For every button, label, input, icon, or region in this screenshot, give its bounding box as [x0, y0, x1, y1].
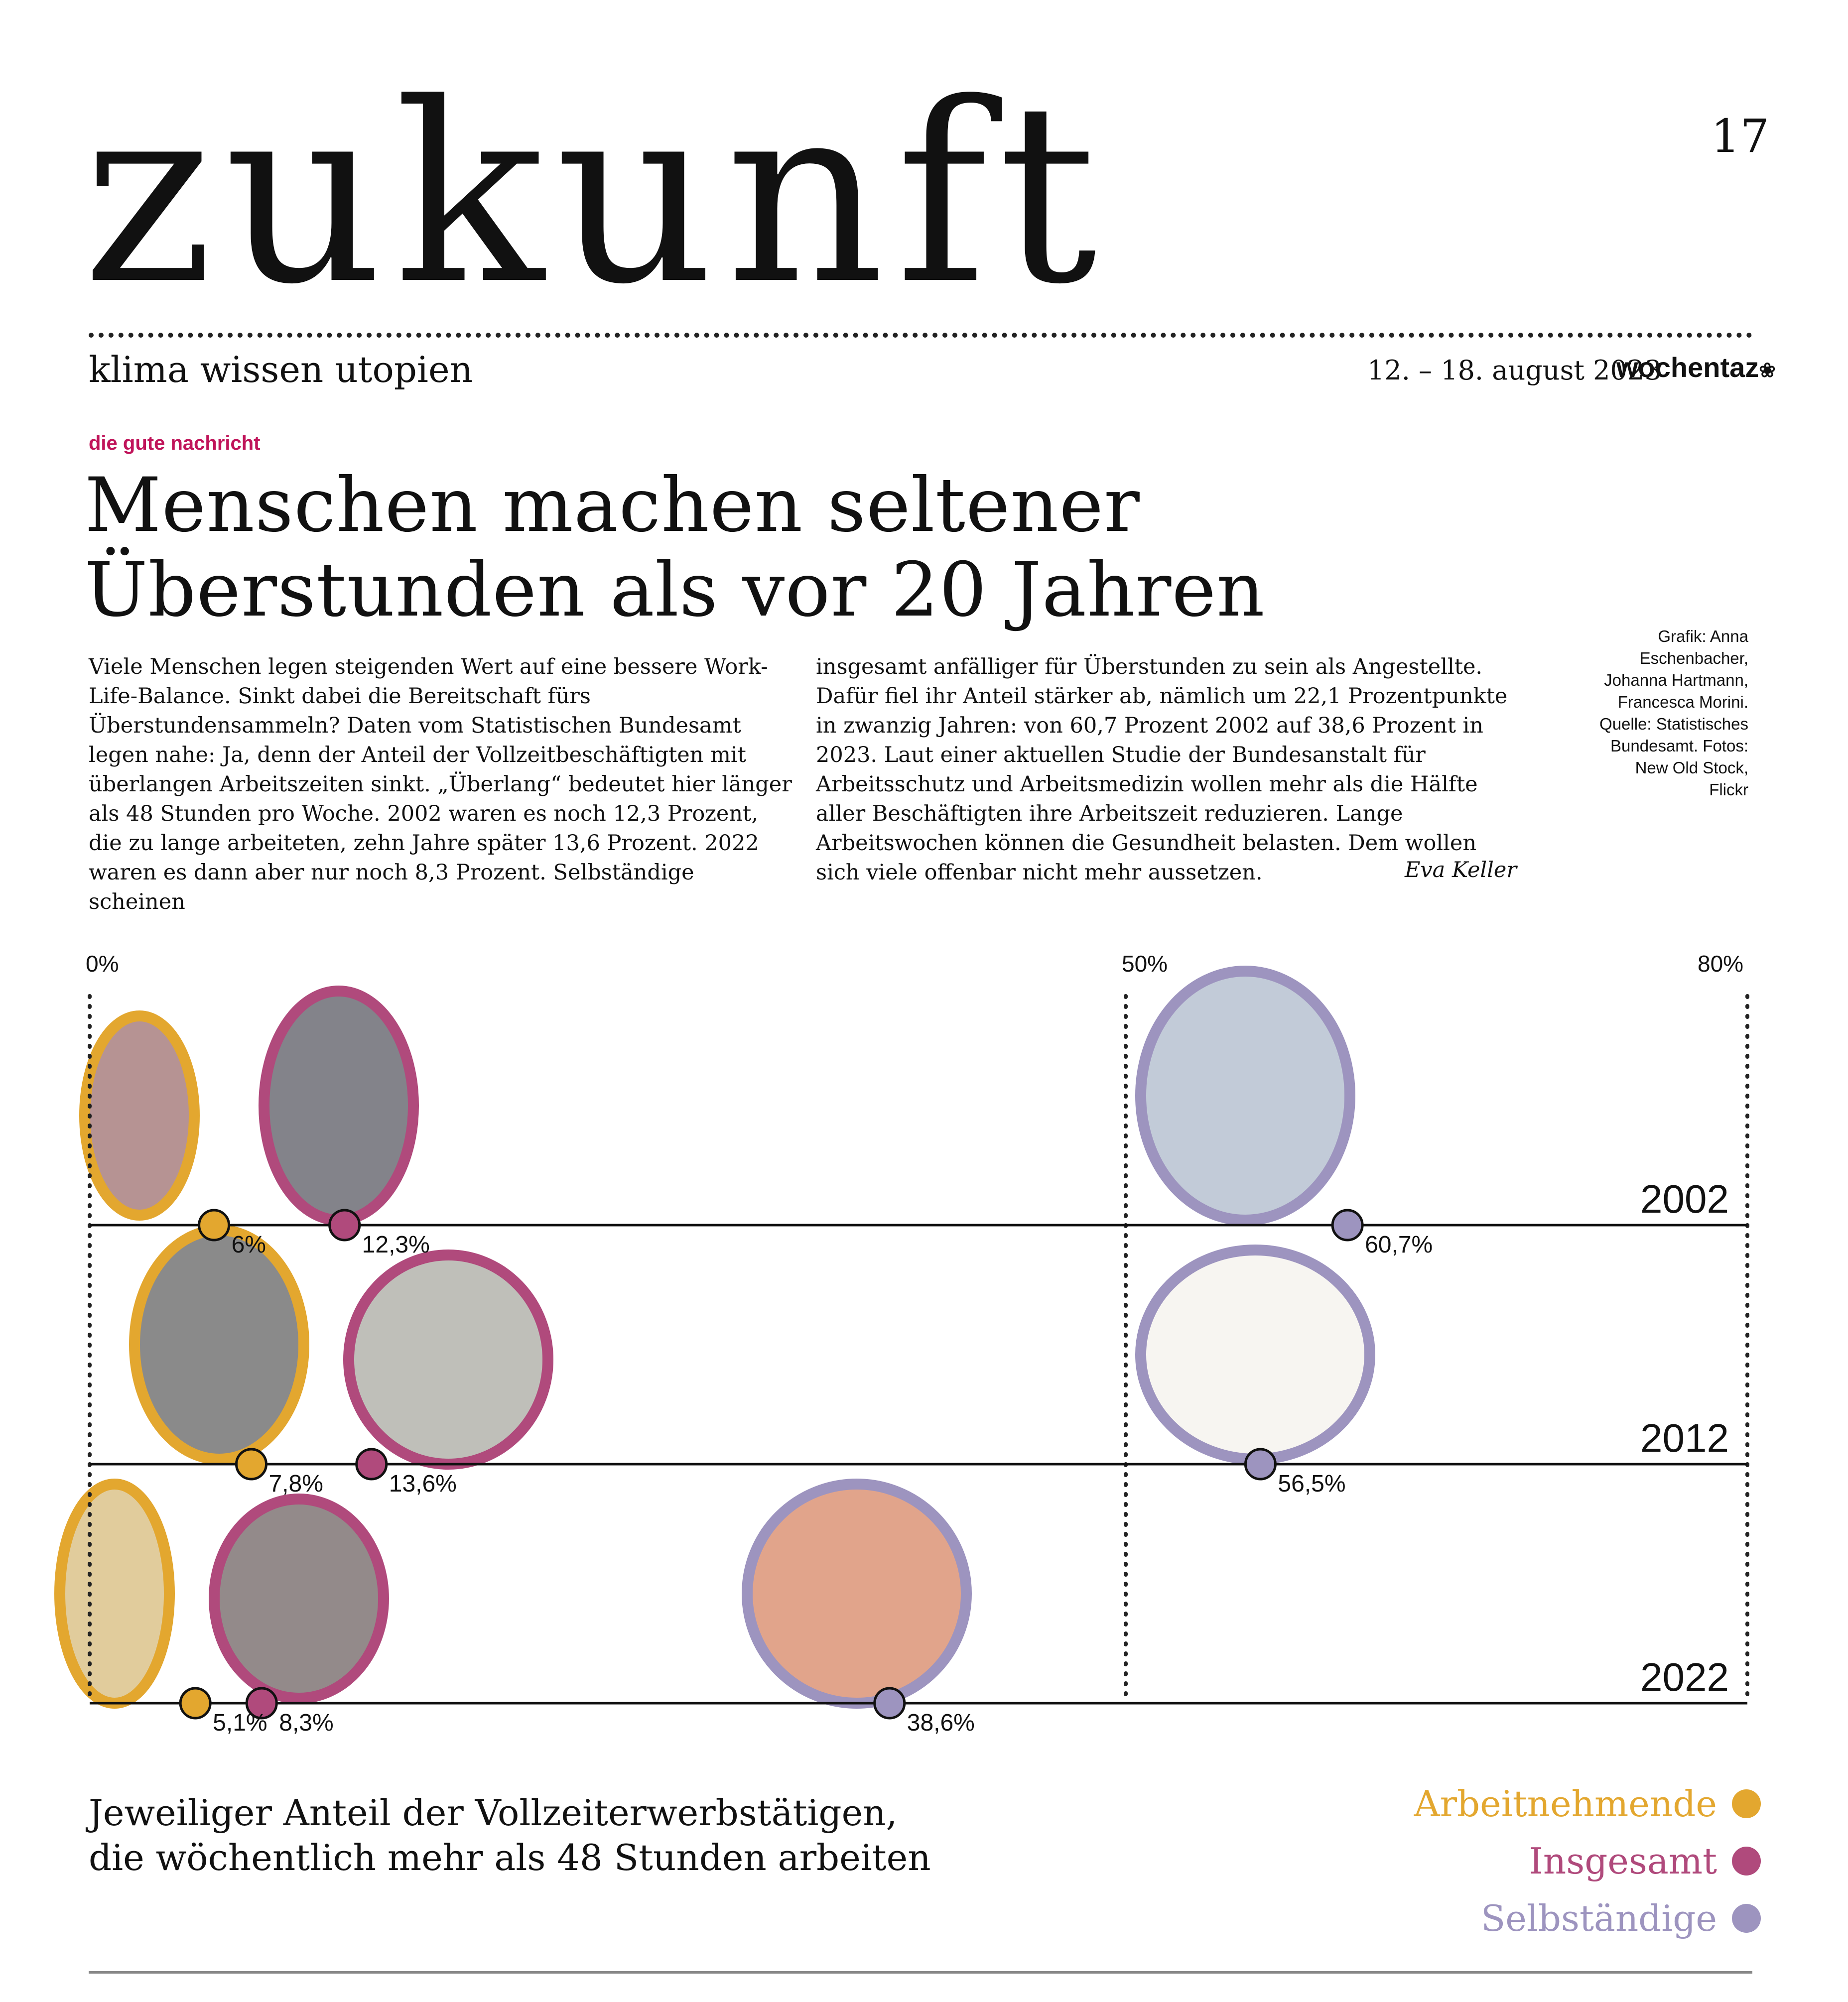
year-label: 2002	[1640, 1177, 1729, 1221]
photo-cutout	[343, 1250, 553, 1470]
data-point	[328, 1209, 361, 1242]
value-label: 12,3%	[362, 1232, 430, 1258]
legend-item: Arbeitnehmende	[1414, 1783, 1761, 1825]
photo-cutout	[54, 1479, 175, 1709]
chart-caption-line-2: die wöchentlich mehr als 48 Stunden arbe…	[89, 1837, 931, 1878]
legend-item: Insgesamt	[1529, 1840, 1761, 1882]
legend-swatch	[1732, 1847, 1761, 1876]
value-label: 7,8%	[268, 1471, 323, 1497]
legend-item: Selbständige	[1481, 1897, 1761, 1939]
value-label: 13,6%	[389, 1471, 457, 1497]
bottom-rule	[89, 1971, 1752, 1974]
data-point	[1331, 1209, 1364, 1242]
value-label: 5,1%	[213, 1710, 267, 1736]
year-label: 2012	[1640, 1416, 1729, 1460]
value-label: 8,3%	[279, 1710, 334, 1736]
chart-caption-line-1: Jeweiliger Anteil der Vollzeiterwerbstät…	[89, 1792, 898, 1834]
photo-cutout	[742, 1479, 972, 1709]
value-label: 38,6%	[907, 1710, 975, 1736]
year-label: 2022	[1640, 1655, 1729, 1699]
chart-caption: Jeweiliger Anteil der Vollzeiterwerbstät…	[89, 1790, 931, 1880]
legend-swatch	[1732, 1904, 1761, 1933]
x-tick-label: 50%	[1122, 951, 1168, 977]
data-point	[355, 1448, 388, 1481]
photo-cutout	[209, 1494, 389, 1704]
photo-cutout	[259, 986, 419, 1226]
value-label: 6%	[231, 1232, 266, 1258]
photo-cutout	[129, 1225, 309, 1465]
legend-label: Selbständige	[1480, 1897, 1717, 1939]
value-label: 60,7%	[1365, 1232, 1433, 1258]
photo-cutout	[1135, 966, 1355, 1226]
legend-swatch	[1732, 1789, 1761, 1818]
data-point	[1244, 1448, 1277, 1481]
x-tick-label: 80%	[1698, 951, 1744, 977]
data-point	[198, 1209, 231, 1242]
data-point	[873, 1687, 906, 1720]
overtime-chart	[54, 966, 1749, 1720]
legend-label: Insgesamt	[1529, 1840, 1717, 1882]
photo-cutout	[1135, 1245, 1375, 1465]
x-tick-label: 0%	[86, 951, 119, 977]
data-point	[179, 1687, 212, 1720]
photo-cutout	[79, 1010, 200, 1221]
data-point	[235, 1448, 267, 1481]
legend-label: Arbeitnehmende	[1414, 1783, 1717, 1825]
photo-cutouts	[54, 966, 1375, 1709]
value-label: 56,5%	[1278, 1471, 1346, 1497]
